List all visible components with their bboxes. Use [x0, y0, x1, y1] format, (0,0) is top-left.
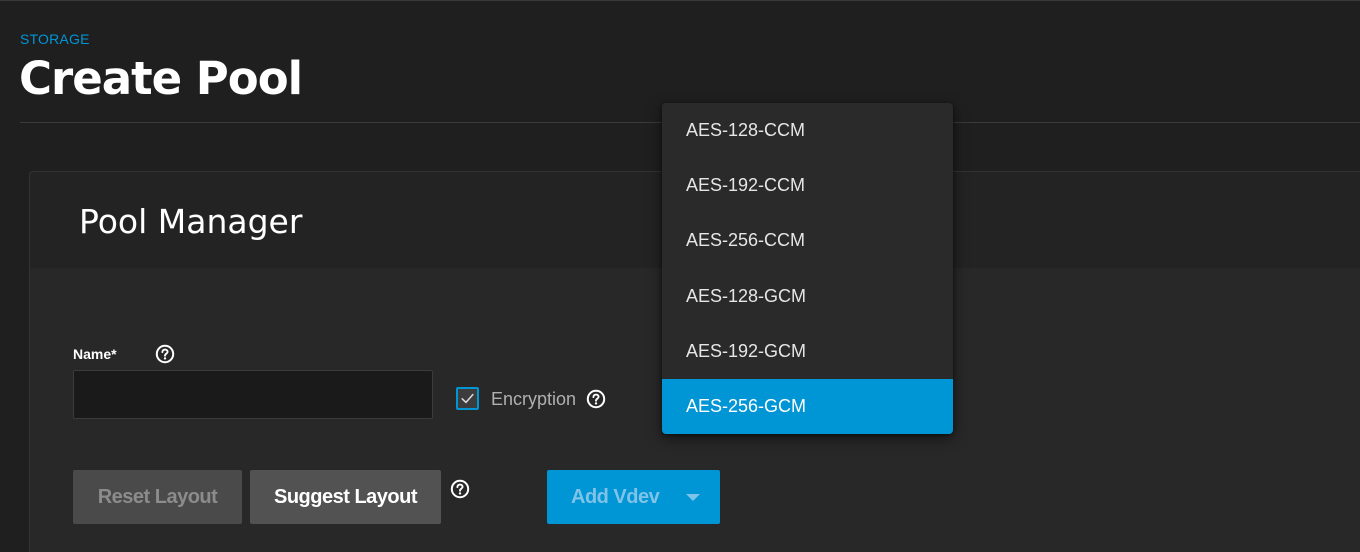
dropdown-option-aes-192-gcm[interactable]: AES-192-GCM	[662, 324, 953, 379]
pool-name-input[interactable]	[73, 370, 433, 419]
name-label: Name*	[73, 346, 117, 362]
breadcrumb[interactable]: STORAGE	[20, 31, 90, 47]
dropdown-option-aes-192-ccm[interactable]: AES-192-CCM	[662, 158, 953, 213]
encryption-checkbox[interactable]	[456, 387, 479, 410]
encryption-label[interactable]: Encryption	[491, 389, 576, 410]
top-border	[0, 0, 1360, 1]
help-icon[interactable]	[586, 389, 606, 409]
card-title: Pool Manager	[79, 202, 303, 241]
help-icon[interactable]	[155, 344, 175, 364]
page-title: Create Pool	[19, 52, 303, 105]
check-icon	[461, 393, 474, 404]
dropdown-option-aes-128-ccm[interactable]: AES-128-CCM	[662, 103, 953, 158]
suggest-layout-button[interactable]: Suggest Layout	[250, 470, 441, 524]
encryption-standard-dropdown: AES-128-CCM AES-192-CCM AES-256-CCM AES-…	[662, 103, 953, 434]
caret-down-icon[interactable]	[686, 494, 700, 501]
dropdown-option-aes-128-gcm[interactable]: AES-128-GCM	[662, 269, 953, 324]
dropdown-option-aes-256-ccm[interactable]: AES-256-CCM	[662, 213, 953, 268]
add-vdev-label: Add Vdev	[571, 485, 660, 508]
add-vdev-button[interactable]: Add Vdev	[547, 470, 720, 524]
help-icon[interactable]	[450, 479, 470, 499]
create-pool-page: STORAGE Create Pool Pool Manager Name* E…	[0, 0, 1360, 552]
reset-layout-button[interactable]: Reset Layout	[73, 470, 242, 524]
dropdown-option-aes-256-gcm[interactable]: AES-256-GCM	[662, 378, 953, 434]
